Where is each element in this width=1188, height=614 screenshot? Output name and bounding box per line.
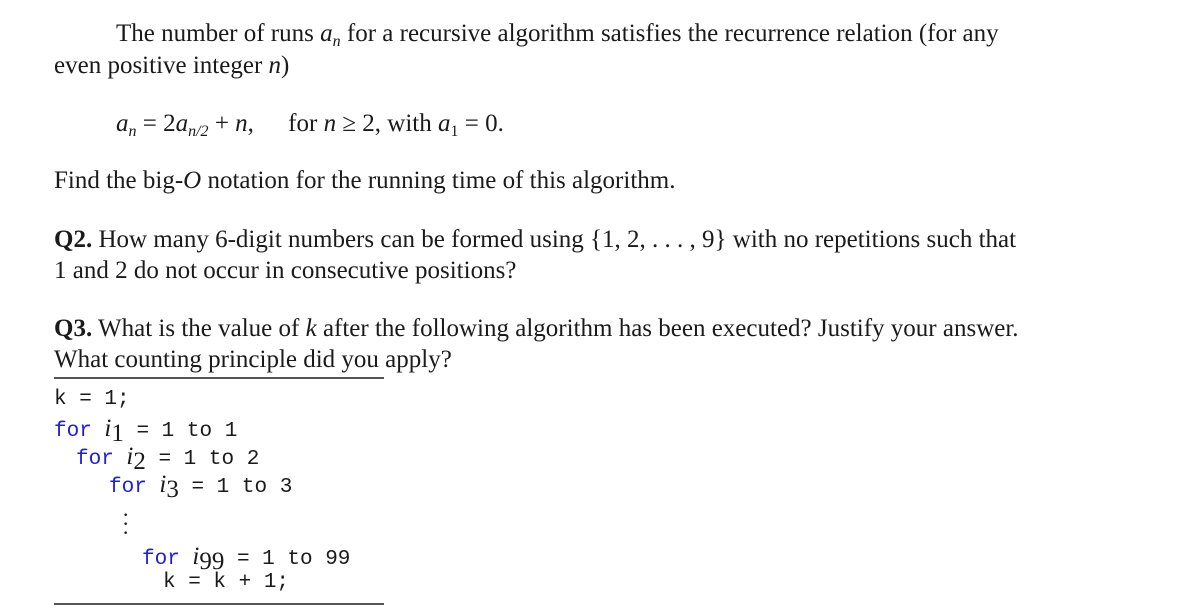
text: What is the value of [92, 315, 306, 342]
sub: n/2 [188, 123, 209, 140]
text: The number of runs [116, 20, 321, 47]
text: , [247, 110, 254, 137]
var-n: n [235, 110, 248, 137]
text: = 0. [458, 110, 504, 137]
var-a: a [438, 110, 451, 137]
text: ) [281, 52, 290, 79]
text: = 1 to 1 [123, 420, 238, 443]
sub: n [128, 123, 137, 140]
text: + [208, 110, 236, 137]
text: for a recursive algorithm satisfies the … [340, 20, 999, 47]
text: after the following algorithm has been e… [316, 315, 1019, 342]
var-a: a [116, 110, 129, 137]
text: = 1 to 3 [178, 476, 293, 499]
sub-n: n [332, 33, 341, 50]
text: What counting principle did you apply? [54, 346, 452, 373]
big-o: O [183, 167, 202, 194]
code-top-rule [54, 377, 384, 379]
q1-recurrence-equation: an = 2an/2 + n, for n ≥ 2, with a1 = 0. [116, 110, 504, 141]
var-a: a [320, 20, 333, 47]
q2-line2: 1 and 2 do not occur in consecutive posi… [54, 257, 516, 285]
code-init: k = 1; [54, 388, 130, 411]
var-n: n [268, 52, 282, 79]
q3-label: Q3. [54, 315, 93, 342]
text: Find the big- [54, 167, 184, 194]
var-a: a [175, 110, 189, 137]
text: 1 and 2 do not occur in consecutive posi… [54, 257, 517, 284]
for-keyword: for [54, 420, 92, 443]
text: notation for the running time of this al… [201, 167, 676, 194]
var-n: n [323, 110, 337, 137]
for-keyword: for [142, 548, 180, 571]
text: ≥ 2, with [336, 110, 438, 137]
sub: 3 [166, 476, 179, 503]
q1-intro-line1: The number of runs an for a recursive al… [116, 20, 999, 51]
text: = 2 [136, 110, 176, 137]
for-keyword: for [76, 448, 114, 471]
q1-intro-line2: even positive integer n) [54, 52, 289, 80]
code-loop-3: for i3 = 1 to 3 [109, 471, 292, 504]
text: = 1 to 99 [224, 548, 351, 571]
text: = 1 to 2 [145, 448, 260, 471]
code-body: k = k + 1; [163, 571, 289, 594]
text: How many 6-digit numbers can be formed u… [92, 226, 1017, 253]
for-keyword: for [109, 476, 147, 499]
text: even positive integer [54, 52, 269, 79]
q2-label: Q2. [54, 226, 93, 253]
text: k = k + 1; [163, 571, 290, 594]
code-bottom-rule [54, 603, 384, 605]
q1-find-question: Find the big-O notation for the running … [54, 167, 675, 195]
q3-line1: Q3. What is the value of k after the fol… [54, 315, 1019, 343]
vertical-ellipsis: · · · [122, 502, 130, 545]
q3-line2: What counting principle did you apply? [54, 346, 452, 374]
text: k = 1; [54, 388, 130, 411]
var-k: k [305, 315, 317, 342]
q2-line1: Q2. How many 6-digit numbers can be form… [54, 226, 1016, 254]
text: for [288, 110, 324, 137]
sub: 1 [450, 123, 459, 140]
